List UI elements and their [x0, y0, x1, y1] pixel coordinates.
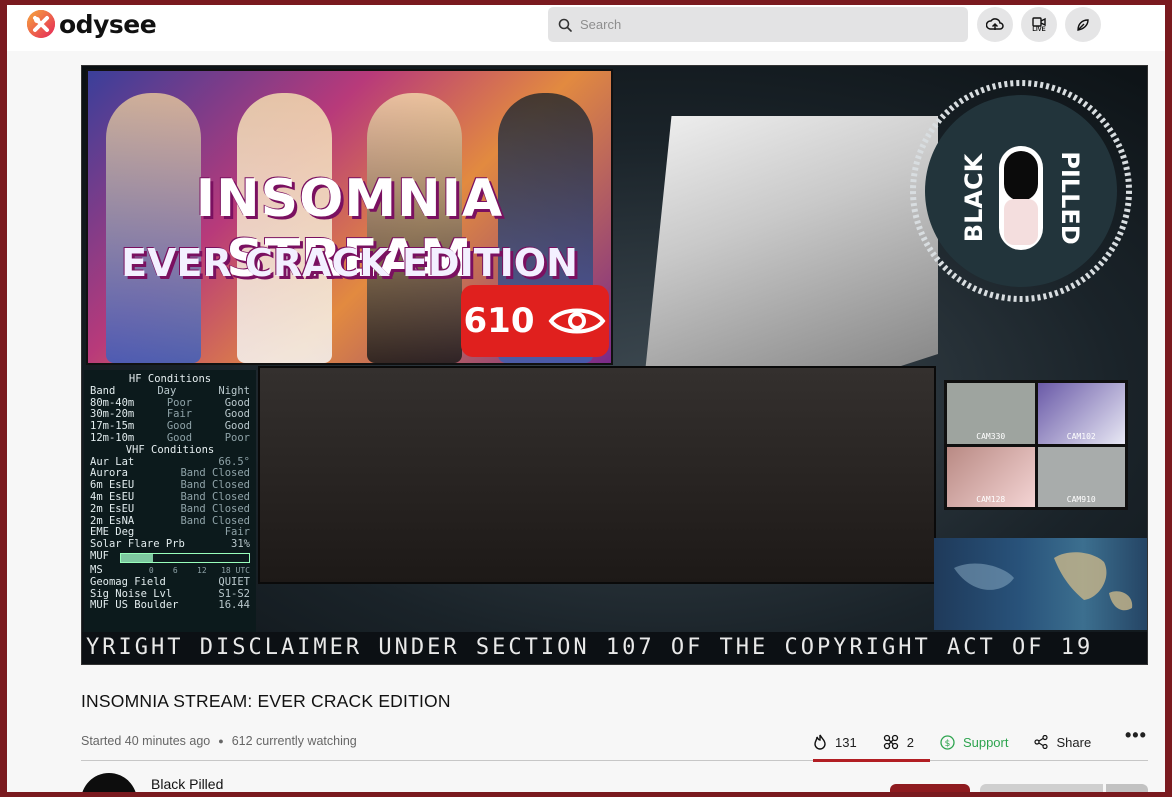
- stream-thumbnail-overlay: INSOMNIA STREAM EVER CRACK EDITION 610: [86, 69, 613, 365]
- channel-avatar[interactable]: [81, 773, 137, 792]
- upload-button[interactable]: [977, 7, 1013, 42]
- stream-meta: Started 40 minutes ago ● 612 currently w…: [81, 734, 357, 748]
- upload-icon: [986, 17, 1004, 30]
- meta-separator: ●: [218, 736, 224, 746]
- action-bar: 131 2 $ Support Share: [813, 727, 1117, 757]
- vhf-row: 4m EsEU Band Closed: [90, 490, 250, 503]
- publish-icon: [1077, 18, 1089, 31]
- join-button[interactable]: [980, 784, 1103, 792]
- black-pilled-logo: BLACK PILLED: [910, 80, 1132, 302]
- camera-feed: CAM102: [1037, 383, 1125, 444]
- world-map-overlay: [934, 538, 1147, 630]
- fire-underline: [813, 759, 930, 762]
- stream-title: INSOMNIA STREAM: EVER CRACK EDITION: [81, 691, 451, 711]
- vhf-row: Solar Flare Prb 31%: [90, 538, 250, 551]
- video-dark-region: [258, 366, 936, 584]
- fire-count: 131: [835, 734, 857, 750]
- go-live-button[interactable]: LIVE: [1021, 7, 1057, 42]
- publish-button[interactable]: [1065, 7, 1101, 42]
- follow-button[interactable]: [890, 784, 970, 792]
- fire-button[interactable]: 131: [813, 734, 857, 750]
- pilled-label: PILLED: [1056, 151, 1084, 244]
- camera-feed: CAM128: [947, 446, 1035, 507]
- hf-head-row: Band Day Night: [90, 384, 250, 397]
- slime-count: 2: [906, 734, 914, 750]
- thumbnail-view-badge: 610: [461, 285, 609, 357]
- slime-button[interactable]: 2: [883, 734, 914, 750]
- share-icon: [1034, 735, 1049, 749]
- support-label: Support: [962, 734, 1009, 750]
- vhf-title: VHF Conditions: [125, 443, 215, 456]
- muf-bar-fill: [121, 553, 153, 562]
- muf-bar: [120, 552, 250, 563]
- share-button[interactable]: Share: [1034, 735, 1091, 750]
- page-frame: odysee LIVE: [7, 5, 1165, 792]
- black-label: BLACK: [960, 152, 988, 242]
- fire-icon: [814, 734, 826, 750]
- top-header: odysee LIVE: [7, 5, 1165, 51]
- camera-feed: CAM910: [1037, 446, 1125, 507]
- more-options-button[interactable]: •••: [1125, 725, 1147, 746]
- vhf-row: 2m EsEU Band Closed: [90, 502, 250, 515]
- hf-conditions-panel: HF Conditions Band Day Night 80m-40m Poor Go…: [84, 370, 256, 638]
- thumbnail-subtitle: EVER CRACK EDITION: [121, 241, 578, 285]
- odysee-logo-icon: [27, 10, 55, 38]
- share-label: Share: [1056, 734, 1092, 750]
- search-bar[interactable]: [548, 7, 968, 42]
- join-dropdown-button[interactable]: [1106, 784, 1148, 792]
- eye-icon: [549, 308, 606, 334]
- geo-row: MUF US Boulder 16.44: [90, 599, 250, 612]
- search-input[interactable]: [580, 17, 940, 32]
- geo-row: Geomag Field QUIET: [90, 575, 250, 588]
- search-icon: [558, 18, 572, 32]
- world-map-graphic: [954, 552, 1133, 611]
- dollar-circle-icon: $: [940, 734, 955, 750]
- view-badge-count: 610: [463, 301, 535, 341]
- muf-row: MUF: [90, 550, 250, 565]
- channel-name[interactable]: Black Pilled: [151, 776, 223, 792]
- live-label: LIVE: [1032, 26, 1046, 33]
- support-button[interactable]: $ Support: [940, 734, 1009, 750]
- svg-text:$: $: [945, 739, 951, 749]
- slime-icon: [883, 734, 898, 750]
- action-divider: [81, 760, 1148, 761]
- copyright-ticker: YRIGHT DISCLAIMER UNDER SECTION 107 OF T…: [82, 632, 1147, 664]
- camera-feed: CAM330: [947, 383, 1035, 444]
- odysee-logo[interactable]: odysee: [26, 9, 157, 39]
- video-player[interactable]: INSOMNIA STREAM EVER CRACK EDITION 610 B…: [81, 65, 1148, 665]
- hf-row: 12m-10m Good Poor: [90, 431, 250, 444]
- started-time: Started 40 minutes ago: [81, 734, 211, 748]
- ms-row: MS 0 6 12 18 UTC: [90, 563, 250, 576]
- logo-text: odysee: [59, 9, 157, 39]
- camera-grid: CAM330 CAM102 CAM128 CAM910: [944, 380, 1128, 510]
- live-icon: [1032, 16, 1046, 27]
- watching-count: 612 currently watching: [231, 734, 357, 748]
